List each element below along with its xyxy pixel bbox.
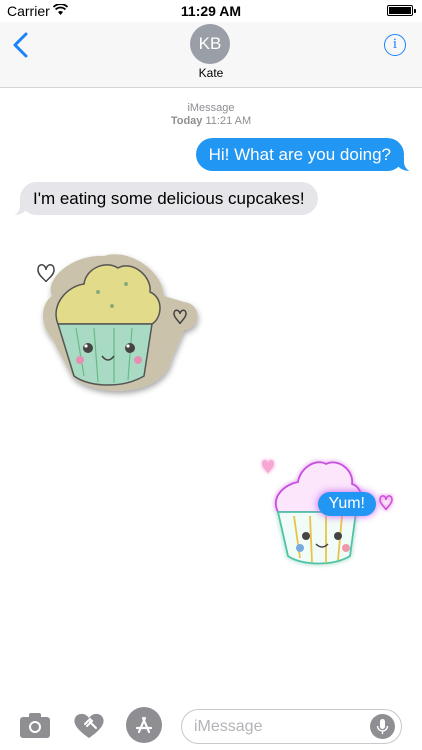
timestamp-time: 11:21 AM — [205, 115, 252, 127]
message-input-placeholder: iMessage — [194, 718, 263, 735]
back-chevron-icon[interactable] — [10, 32, 32, 58]
timestamp-day: Today — [170, 115, 203, 127]
conversation-header: KB Kate i — [0, 22, 422, 88]
battery-icon — [387, 5, 416, 16]
service-label: iMessage — [187, 102, 235, 114]
incoming-message[interactable]: I'm eating some delicious cupcakes! — [9, 182, 318, 216]
contact-avatar[interactable]: KB — [190, 24, 230, 64]
camera-icon[interactable] — [18, 710, 52, 740]
compose-bar: iMessage — [0, 700, 422, 750]
cupcake-sticker[interactable] — [34, 248, 209, 400]
message-timestamp: Today 11:21 AM — [0, 115, 422, 128]
digital-touch-icon[interactable] — [72, 710, 106, 740]
status-bar: Carrier 11:29 AM — [0, 0, 422, 22]
app-store-icon[interactable] — [126, 707, 162, 743]
outgoing-message[interactable]: Hi! What are you doing? — [195, 138, 416, 172]
contact-name[interactable]: Kate — [0, 66, 422, 80]
microphone-icon[interactable] — [370, 714, 395, 739]
message-input[interactable]: iMessage — [181, 709, 402, 744]
info-icon[interactable]: i — [384, 34, 406, 56]
clock: 11:29 AM — [180, 3, 242, 19]
sticker-overlay-text: Yum! — [317, 492, 376, 516]
